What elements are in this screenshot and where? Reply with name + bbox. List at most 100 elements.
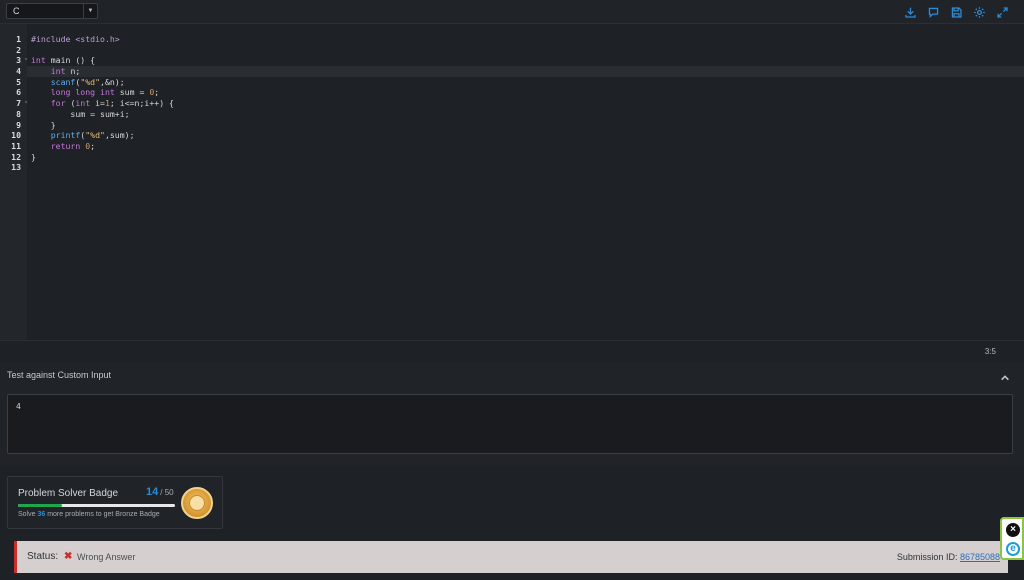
code-line: 13	[0, 162, 174, 173]
code-keyword: int	[75, 98, 91, 109]
code-text: n;	[65, 66, 81, 77]
app: C ▼ 1 #include <stdio.h> 2 3 ▾ int main …	[0, 0, 1024, 580]
code-text: #include <stdio.h>	[31, 34, 120, 44]
fold-marker	[21, 162, 31, 173]
submission-id-link[interactable]: 86785088	[960, 552, 1000, 562]
e-extension-icon[interactable]: e	[1006, 542, 1020, 556]
code-text: }	[31, 119, 56, 130]
problem-solver-badge-card: Problem Solver Badge 14 / 50 Solve 36 mo…	[7, 476, 223, 529]
badge-total: / 50	[160, 488, 174, 497]
fold-marker[interactable]: ▾	[21, 98, 31, 109]
fold-marker	[21, 66, 31, 77]
fullscreen-icon[interactable]	[994, 4, 1010, 20]
code-text: i=	[90, 98, 105, 109]
custom-input-textarea[interactable]: 4	[7, 394, 1013, 454]
code-keyword: int	[100, 87, 115, 98]
gear-icon[interactable]	[971, 4, 987, 20]
code-line: 11 return 0;	[0, 141, 174, 152]
code-text: ,sum);	[104, 130, 135, 141]
side-widget: × e	[1000, 517, 1024, 560]
code-function: scanf	[50, 76, 76, 87]
line-number: 12	[11, 151, 21, 162]
line-number: 1	[16, 34, 21, 44]
code-keyword: long	[75, 87, 96, 98]
fold-marker	[21, 152, 31, 163]
code-line: 3 ▾ int main () {	[0, 55, 174, 66]
toolbar-icons	[902, 4, 1010, 20]
fold-marker	[21, 130, 31, 141]
fold-marker	[21, 120, 31, 131]
medal-center	[189, 495, 205, 511]
line-number: 8	[16, 108, 21, 119]
download-icon[interactable]	[902, 4, 918, 20]
cursor-position: 3:5	[984, 347, 996, 356]
code-text: ,&n);	[100, 76, 125, 87]
code-line: 12 }	[0, 152, 174, 163]
code-line: 1 #include <stdio.h>	[0, 34, 174, 45]
language-select[interactable]: C ▼	[6, 3, 98, 19]
code-keyword: return	[31, 140, 81, 151]
code-keyword: for	[31, 98, 66, 109]
code-line: 10 printf("%d",sum);	[0, 130, 174, 141]
badge-progress-bar	[18, 504, 175, 507]
bronze-medal-icon	[181, 487, 213, 519]
custom-input-toggle-label[interactable]: Test against Custom Input	[7, 370, 111, 380]
badge-progress-fill	[18, 504, 62, 507]
code-editor[interactable]: 1 #include <stdio.h> 2 3 ▾ int main () { …	[0, 24, 1024, 340]
chevron-up-icon[interactable]	[1000, 370, 1012, 382]
badge-hint: Solve 36 more problems to get Bronze Bad…	[18, 511, 160, 518]
code-line: 9 }	[0, 120, 174, 131]
badge-progress-count: 14 / 50	[146, 486, 174, 498]
fold-marker	[21, 34, 31, 45]
line-number: 2	[16, 44, 21, 55]
editor-toolbar: C ▼	[0, 0, 1024, 24]
code-keyword: int	[31, 55, 46, 66]
save-icon[interactable]	[948, 4, 964, 20]
code-text: ; i<=n;i++) {	[109, 98, 174, 109]
code-text: sum =	[114, 87, 150, 98]
code-keyword: int	[31, 66, 66, 77]
status-value: Wrong Answer	[77, 552, 136, 562]
code-line: 5 scanf("%d",&n);	[0, 77, 174, 88]
custom-input-panel: Test against Custom Input 4	[0, 362, 1024, 466]
code-string: "%d"	[80, 76, 101, 87]
line-number: 13	[11, 162, 21, 173]
badge-hint-prefix: Solve	[18, 511, 38, 518]
fold-marker	[21, 45, 31, 56]
comment-icon[interactable]	[925, 4, 941, 20]
submission-status-bar: Status: ✖ Wrong Answer Submission ID: 86…	[14, 541, 1008, 573]
language-select-value: C	[13, 6, 20, 16]
line-number: 7	[16, 98, 21, 109]
fold-marker	[21, 87, 31, 98]
fold-marker[interactable]: ▾	[21, 55, 31, 66]
code-text: ;	[154, 87, 160, 98]
code-line: 8 sum = sum+i;	[0, 109, 174, 120]
line-number: 3	[16, 55, 21, 66]
code-lines: 1 #include <stdio.h> 2 3 ▾ int main () { …	[0, 34, 174, 173]
close-icon[interactable]: ×	[1006, 523, 1020, 537]
code-text: }	[31, 151, 36, 162]
code-function: printf	[50, 130, 81, 141]
wrong-answer-icon: ✖	[64, 551, 73, 562]
line-number: 11	[11, 140, 21, 151]
line-number: 4	[16, 66, 21, 77]
code-string: "%d"	[85, 130, 105, 141]
active-line-highlight	[27, 66, 1024, 77]
status-label: Status:	[27, 551, 59, 562]
fold-marker	[21, 77, 31, 88]
badge-count: 14	[146, 486, 159, 498]
editor-statusbar: 3:5	[0, 340, 1024, 362]
line-number: 5	[16, 76, 21, 87]
fold-marker	[21, 109, 31, 120]
chevron-down-icon: ▼	[83, 4, 97, 18]
code-text: ;	[90, 140, 96, 151]
fold-marker	[21, 141, 31, 152]
line-number: 10	[11, 130, 21, 141]
badge-title: Problem Solver Badge	[18, 488, 119, 499]
code-keyword: long	[31, 87, 71, 98]
line-number: 6	[16, 87, 21, 98]
code-text: main () {	[45, 55, 96, 66]
line-number: 9	[16, 119, 21, 130]
